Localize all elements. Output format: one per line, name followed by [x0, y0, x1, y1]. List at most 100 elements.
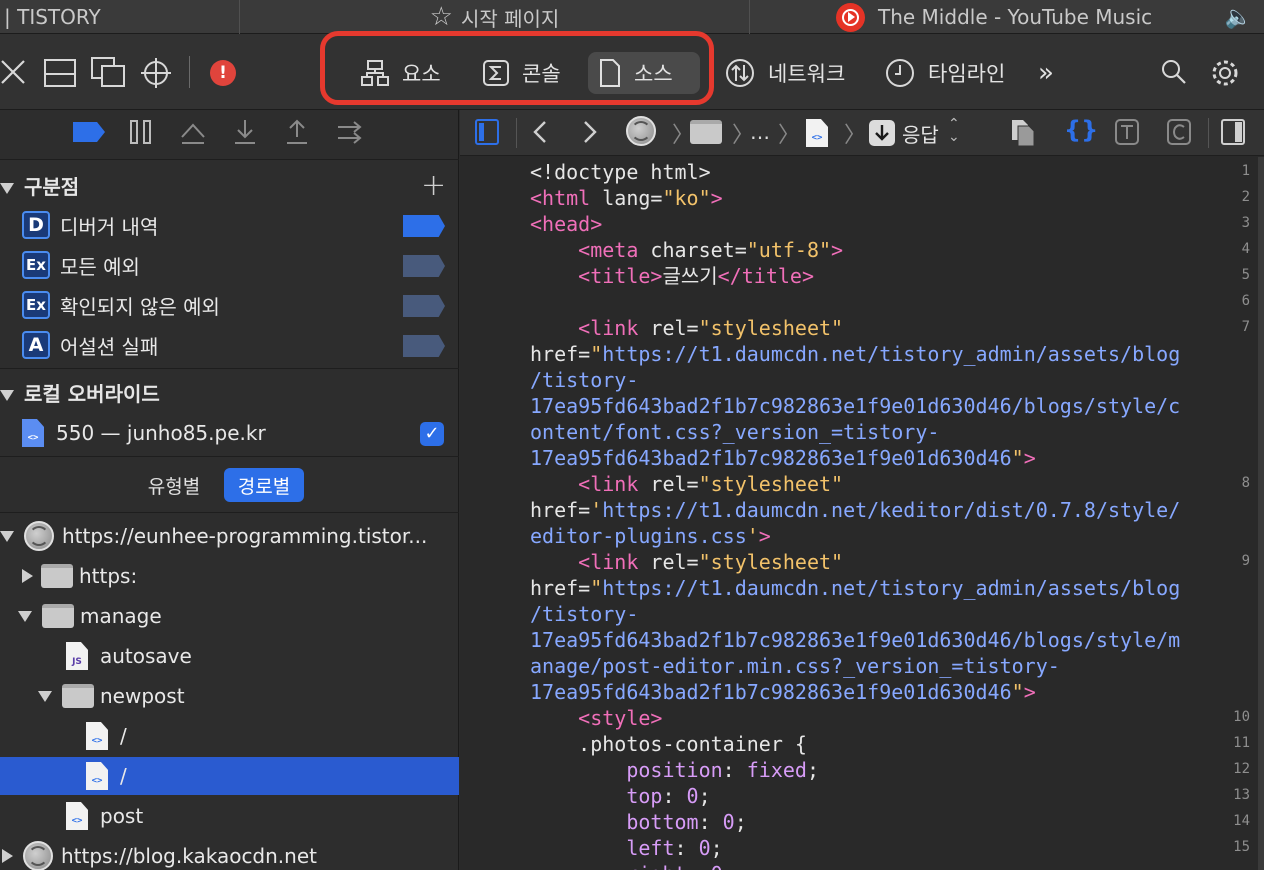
line-number[interactable]: 7 — [1210, 319, 1250, 335]
code-line[interactable]: /tistory- — [530, 601, 638, 627]
code-line[interactable]: .photos-container { — [530, 731, 807, 757]
back-arrow-icon[interactable] — [530, 119, 550, 145]
breakpoint-flag-icon[interactable] — [403, 215, 445, 237]
code-line[interactable]: 17ea95fd643bad2f1b7c982863e1f9e01d630d46… — [530, 445, 1036, 471]
tab-youtube-music[interactable]: The Middle - YouTube Music 🔈 — [750, 0, 1264, 34]
dock-bottom-icon[interactable] — [43, 58, 77, 88]
tree-item-manage-folder[interactable]: manage — [0, 597, 459, 635]
line-number[interactable]: 11 — [1210, 735, 1250, 751]
line-number[interactable]: 14 — [1210, 813, 1250, 829]
tree-item-newpost-resource[interactable]: <> / — [0, 717, 459, 755]
code-line[interactable]: <link rel="stylesheet" — [530, 315, 843, 341]
local-overrides-section-header[interactable]: 로컬 오버라이드 — [0, 378, 160, 407]
code-line[interactable]: editor-plugins.css'> — [530, 523, 771, 549]
override-enabled-checkbox[interactable]: ✓ — [420, 422, 444, 446]
group-by-path-button[interactable]: 경로별 — [224, 468, 304, 502]
code-line[interactable]: 17ea95fd643bad2f1b7c982863e1f9e01d630d46… — [530, 393, 1180, 419]
step-into-icon[interactable] — [232, 118, 258, 146]
code-editor[interactable]: 1 2 3 4 5 6 7 8 9 10 11 12 13 14 15 <!do… — [460, 157, 1258, 870]
tree-item-eunhee-origin[interactable]: https://eunhee-programming.tistor... — [0, 517, 459, 555]
tree-item-newpost-folder[interactable]: newpost — [0, 677, 459, 715]
html-file-icon[interactable]: <> — [806, 119, 828, 147]
code-line[interactable]: href="https://t1.daumcdn.net/tistory_adm… — [530, 575, 1180, 601]
breakpoint-flag-icon[interactable] — [403, 335, 445, 357]
line-number[interactable]: 8 — [1210, 475, 1250, 491]
breadcrumb-ellipsis[interactable]: … — [750, 120, 770, 144]
group-by-type-button[interactable]: 유형별 — [136, 468, 212, 502]
line-number[interactable]: 5 — [1210, 267, 1250, 283]
sidebar-toggle-icon[interactable] — [474, 118, 500, 146]
warning-icon[interactable]: ! — [210, 60, 236, 86]
pause-icon[interactable] — [129, 119, 153, 145]
code-line[interactable]: 17ea95fd643bad2f1b7c982863e1f9e01d630d46… — [530, 679, 1036, 705]
continue-icon[interactable] — [336, 120, 364, 144]
breakpoints-active-icon[interactable] — [73, 122, 105, 142]
breakpoint-debugger-statements[interactable]: D 디버거 내역 — [22, 210, 158, 240]
tab-network[interactable]: 네트워크 — [714, 52, 855, 94]
code-line[interactable]: <meta charset="utf-8"> — [530, 237, 843, 263]
tab-tistory[interactable]: | TISTORY — [0, 0, 240, 34]
css-type-icon[interactable] — [1166, 118, 1192, 146]
code-line[interactable]: <title>글쓰기</title> — [530, 263, 814, 289]
undock-window-icon[interactable] — [90, 56, 126, 88]
crosshair-icon[interactable] — [139, 56, 173, 90]
folder-icon[interactable] — [690, 120, 722, 144]
tab-timeline[interactable]: 타임라인 — [874, 52, 1015, 94]
code-line[interactable]: position: fixed; — [530, 757, 819, 783]
step-out-icon[interactable] — [284, 118, 310, 146]
breakpoints-section-header[interactable]: 구분점 — [0, 171, 79, 200]
tree-item-https-folder[interactable]: https: — [0, 557, 459, 595]
code-line[interactable]: /tistory- — [530, 367, 638, 393]
text-type-icon[interactable] — [1114, 118, 1140, 146]
add-breakpoint-button[interactable]: + — [421, 168, 446, 203]
line-number[interactable]: 1 — [1210, 163, 1250, 179]
breakpoint-assertion-failures[interactable]: A 어설션 실패 — [22, 330, 158, 360]
line-number[interactable]: 2 — [1210, 189, 1250, 205]
tree-item-newpost-resource-selected[interactable]: <> / — [0, 757, 459, 795]
more-tabs-button[interactable]: » — [1028, 52, 1064, 94]
line-number[interactable]: 9 — [1210, 553, 1250, 569]
code-line[interactable]: href="https://t1.daumcdn.net/tistory_adm… — [530, 341, 1180, 367]
step-over-icon[interactable] — [178, 119, 208, 145]
search-icon[interactable] — [1160, 58, 1188, 86]
speaker-icon[interactable]: 🔈 — [1225, 5, 1252, 30]
line-number[interactable]: 13 — [1210, 787, 1250, 803]
code-line[interactable]: <html lang="ko"> — [530, 185, 723, 211]
code-line[interactable]: bottom: 0; — [530, 809, 746, 835]
code-line[interactable]: left: 0; — [530, 835, 722, 861]
local-override-item[interactable]: <> 550 — junho85.pe.kr — [22, 418, 266, 448]
code-line[interactable]: ontent/font.css?_version_=tistory- — [530, 419, 939, 445]
gear-icon[interactable] — [1209, 57, 1241, 89]
line-number[interactable]: 4 — [1210, 241, 1250, 257]
forward-arrow-icon[interactable] — [580, 119, 600, 145]
code-line[interactable]: anage/post-editor.min.css?_version_=tist… — [530, 653, 1060, 679]
code-line[interactable]: top: 0; — [530, 783, 710, 809]
line-number[interactable]: 12 — [1210, 761, 1250, 777]
breakpoint-flag-icon[interactable] — [403, 295, 445, 317]
pretty-print-icon[interactable]: {} — [1064, 116, 1098, 144]
line-number[interactable]: 10 — [1210, 709, 1250, 725]
code-line[interactable]: <head> — [530, 211, 602, 237]
line-number[interactable]: 3 — [1210, 215, 1250, 231]
code-line[interactable]: <link rel="stylesheet" — [530, 549, 843, 575]
breakpoint-uncaught-exceptions[interactable]: Ex 확인되지 않은 예외 — [22, 290, 220, 320]
globe-icon[interactable] — [626, 116, 656, 146]
code-line[interactable]: <link rel="stylesheet" — [530, 471, 843, 497]
close-icon[interactable] — [0, 58, 26, 86]
breakpoint-flag-icon[interactable] — [403, 255, 445, 277]
code-line[interactable]: <!doctype html> — [530, 159, 711, 185]
tab-start-page[interactable]: ☆ 시작 페이지 — [240, 0, 750, 34]
breakpoint-all-exceptions[interactable]: Ex 모든 예외 — [22, 250, 140, 280]
details-sidebar-toggle-icon[interactable] — [1220, 118, 1246, 146]
code-line[interactable]: right: 0; — [530, 861, 734, 870]
vertical-scrollbar[interactable] — [1258, 157, 1264, 870]
tree-item-autosave[interactable]: JS autosave — [0, 637, 459, 675]
code-line[interactable]: href='https://t1.daumcdn.net/keditor/dis… — [530, 497, 1180, 523]
response-selector[interactable]: 응답 — [902, 119, 939, 148]
line-number[interactable]: 15 — [1210, 839, 1250, 855]
copy-icon[interactable] — [1010, 118, 1036, 148]
code-line[interactable]: 17ea95fd643bad2f1b7c982863e1f9e01d630d46… — [530, 627, 1180, 653]
code-line[interactable]: <style> — [530, 705, 662, 731]
tree-item-post[interactable]: <> post — [0, 797, 459, 835]
line-number[interactable]: 6 — [1210, 293, 1250, 309]
